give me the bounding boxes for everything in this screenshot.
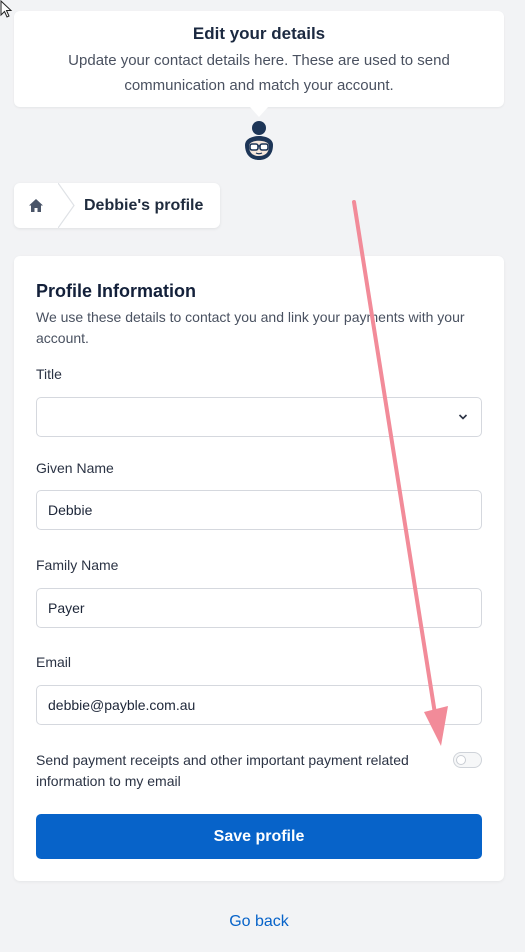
family-name-label: Family Name [36,557,119,573]
breadcrumb-home[interactable] [14,183,58,228]
given-name-input[interactable] [48,502,470,518]
email-label: Email [36,654,72,670]
page-subtitle: Update your contact details here. These … [68,52,450,94]
go-back-link[interactable]: Go back [0,913,518,931]
email-input[interactable] [48,697,470,713]
title-label: Title [36,366,62,382]
section-description: We use these details to contact you and … [36,309,465,346]
toggle-knob [456,755,466,765]
breadcrumb-separator [58,183,75,228]
family-name-input[interactable] [48,600,470,616]
email-field[interactable] [36,685,482,725]
woman-with-glasses-icon [245,121,273,160]
given-name-label: Given Name [36,460,114,476]
breadcrumb-current: Debbie's profile [84,196,204,214]
save-profile-button[interactable]: Save profile [36,814,482,859]
email-receipts-toggle[interactable] [453,752,482,768]
family-name-field[interactable] [36,588,482,628]
intro-card: Edit your details Update your contact de… [14,11,504,107]
given-name-field[interactable] [36,490,482,530]
breadcrumb: Debbie's profile [14,183,220,228]
mouse-cursor-icon [0,0,13,18]
profile-form-card: Profile Information We use these details… [14,256,504,881]
page-title: Edit your details [192,24,326,43]
title-select[interactable] [36,397,482,437]
home-icon [29,199,43,212]
chevron-down-icon [458,414,468,420]
section-title: Profile Information [36,281,197,301]
email-receipts-label: Send payment receipts and other importan… [36,752,409,789]
